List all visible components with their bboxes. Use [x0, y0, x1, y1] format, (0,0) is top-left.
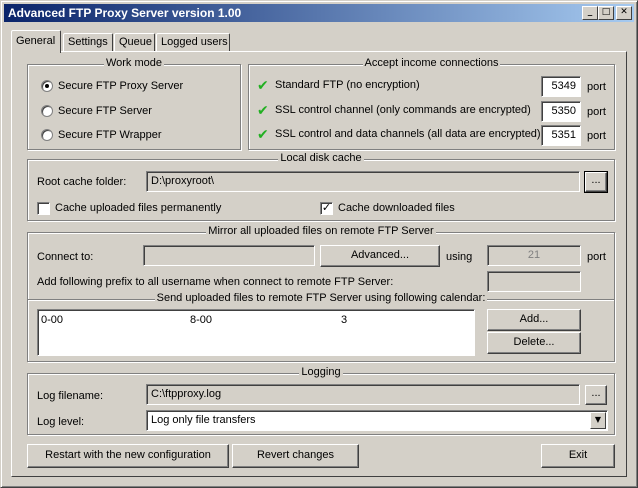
minimize-button[interactable]: _	[582, 6, 598, 20]
window-title: Advanced FTP Proxy Server version 1.00	[8, 6, 242, 20]
calendar-listbox[interactable]: 0-00 8-00 3	[37, 309, 475, 356]
close-button[interactable]: ✕	[616, 6, 632, 20]
cache-uploaded-label[interactable]: Cache uploaded files permanently	[55, 202, 221, 214]
standard-ftp-label: Standard FTP (no encryption)	[275, 79, 420, 91]
cache-downloaded-checkbox[interactable]: ✓	[320, 202, 333, 215]
radio-label-server[interactable]: Secure FTP Server	[58, 105, 152, 117]
connect-to-input[interactable]	[143, 245, 315, 266]
port-unit-label: port	[587, 130, 606, 142]
log-filename-browse-button[interactable]: ...	[585, 385, 607, 405]
advanced-button[interactable]: Advanced...	[320, 245, 440, 267]
standard-ftp-port-input[interactable]: 5349	[541, 76, 581, 97]
tab-logged-users[interactable]: Logged users	[156, 33, 230, 52]
calendar-title: Send uploaded files to remote FTP Server…	[154, 292, 488, 304]
connect-to-label: Connect to:	[37, 251, 94, 263]
log-level-value: Log only file transfers	[151, 414, 256, 426]
log-level-label: Log level:	[37, 416, 85, 428]
calendar-row-end[interactable]: 8-00	[190, 314, 212, 326]
mirror-title: Mirror all uploaded files on remote FTP …	[206, 225, 436, 237]
prefix-label: Add following prefix to all username whe…	[37, 276, 394, 288]
delete-schedule-button[interactable]: Delete...	[487, 332, 581, 354]
radio-secure-ftp-proxy-server[interactable]	[41, 80, 53, 92]
work-mode-title: Work mode	[103, 57, 165, 69]
log-filename-label: Log filename:	[37, 390, 104, 402]
restart-button[interactable]: Restart with the new configuration	[27, 444, 229, 468]
ssl-data-port-input[interactable]: 5351	[541, 125, 581, 146]
tab-general[interactable]: General	[11, 30, 61, 53]
maximize-button[interactable]: □	[598, 6, 614, 20]
port-unit-label: port	[587, 81, 606, 93]
ssl-control-label: SSL control channel (only commands are e…	[275, 104, 531, 116]
add-schedule-button[interactable]: Add...	[487, 309, 581, 331]
chevron-down-icon[interactable]: ▼	[590, 412, 606, 429]
root-cache-browse-button[interactable]: ...	[584, 171, 608, 193]
log-filename-input[interactable]: C:\ftpproxy.log	[146, 384, 580, 405]
using-label: using	[446, 251, 473, 263]
logging-title: Logging	[299, 366, 343, 378]
exit-button[interactable]: Exit	[541, 444, 615, 468]
radio-secure-ftp-server[interactable]	[41, 105, 53, 117]
radio-secure-ftp-wrapper[interactable]	[41, 129, 53, 141]
ssl-control-port-input[interactable]: 5350	[541, 101, 581, 122]
radio-label-wrapper[interactable]: Secure FTP Wrapper	[58, 129, 162, 141]
accept-connections-title: Accept income connections	[362, 57, 501, 69]
root-cache-folder-input[interactable]: D:\proxyroot\	[146, 171, 580, 192]
cache-downloaded-label[interactable]: Cache downloaded files	[338, 202, 455, 214]
tab-settings[interactable]: Settings	[63, 33, 113, 52]
revert-changes-button[interactable]: Revert changes	[232, 444, 359, 468]
check-mark-icon: ✔	[257, 103, 269, 119]
app-window: Advanced FTP Proxy Server version 1.00 _…	[0, 0, 638, 488]
check-mark-icon: ✔	[257, 78, 269, 94]
calendar-row-start[interactable]: 0-00	[41, 314, 63, 326]
radio-label-proxy[interactable]: Secure FTP Proxy Server	[58, 80, 183, 92]
remote-port-input[interactable]: 21	[487, 245, 581, 266]
port-unit-label: port	[587, 106, 606, 118]
root-cache-folder-label: Root cache folder:	[37, 176, 127, 188]
ssl-data-label: SSL control and data channels (all data …	[275, 128, 541, 140]
local-disk-cache-title: Local disk cache	[278, 152, 364, 164]
calendar-row-count[interactable]: 3	[341, 314, 347, 326]
remote-port-unit-label: port	[587, 251, 606, 263]
check-mark-icon: ✔	[257, 127, 269, 143]
cache-uploaded-checkbox[interactable]	[37, 202, 50, 215]
title-bar[interactable]: Advanced FTP Proxy Server version 1.00 _…	[4, 4, 634, 22]
log-level-select[interactable]: Log only file transfers ▼	[146, 410, 608, 431]
tab-queue[interactable]: Queue	[114, 33, 155, 52]
prefix-input[interactable]	[487, 271, 581, 292]
